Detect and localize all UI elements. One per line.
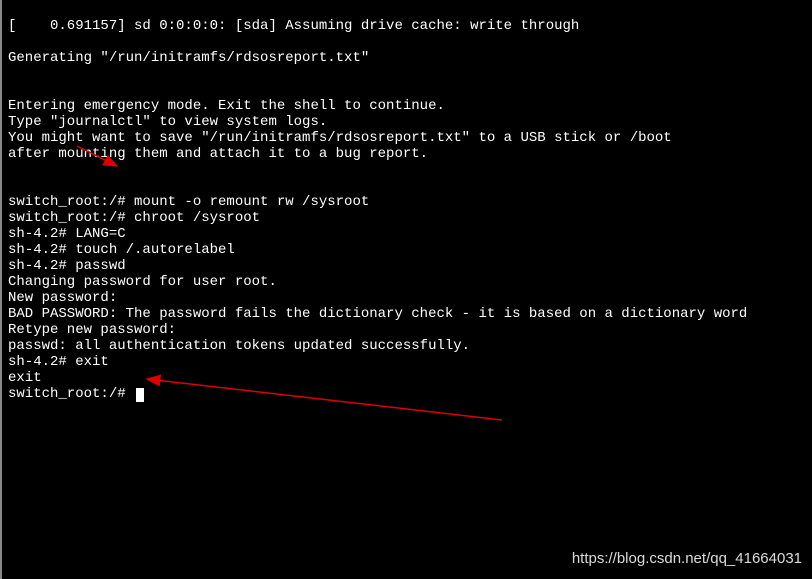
terminal-line: You might want to save "/run/initramfs/r…: [8, 130, 806, 146]
terminal-line: passwd: all authentication tokens update…: [8, 338, 806, 354]
terminal-output[interactable]: [ 0.691157] sd 0:0:0:0: [sda] Assuming d…: [2, 0, 812, 404]
terminal-line: switch_root:/#: [8, 386, 806, 402]
terminal-line: sh-4.2# LANG=C: [8, 226, 806, 242]
terminal-line: [8, 34, 806, 50]
terminal-line: sh-4.2# exit: [8, 354, 806, 370]
terminal-line: switch_root:/# mount -o remount rw /sysr…: [8, 194, 806, 210]
terminal-line: Entering emergency mode. Exit the shell …: [8, 98, 806, 114]
terminal-line: [ 0.691157] sd 0:0:0:0: [sda] Assuming d…: [8, 18, 806, 34]
terminal-line: Retype new password:: [8, 322, 806, 338]
watermark-text: https://blog.csdn.net/qq_41664031: [572, 551, 802, 567]
terminal-line: after mounting them and attach it to a b…: [8, 146, 806, 162]
terminal-line: sh-4.2# passwd: [8, 258, 806, 274]
terminal-line: New password:: [8, 290, 806, 306]
terminal-line: Generating "/run/initramfs/rdsosreport.t…: [8, 50, 806, 66]
terminal-line: [8, 82, 806, 98]
terminal-line: exit: [8, 370, 806, 386]
terminal-line: Changing password for user root.: [8, 274, 806, 290]
terminal-line: switch_root:/# chroot /sysroot: [8, 210, 806, 226]
terminal-line: Type "journalctl" to view system logs.: [8, 114, 806, 130]
terminal-line: [8, 178, 806, 194]
terminal-line: [8, 66, 806, 82]
terminal-line: [8, 162, 806, 178]
cursor: [136, 388, 144, 402]
terminal-line: BAD PASSWORD: The password fails the dic…: [8, 306, 806, 322]
terminal-line: sh-4.2# touch /.autorelabel: [8, 242, 806, 258]
